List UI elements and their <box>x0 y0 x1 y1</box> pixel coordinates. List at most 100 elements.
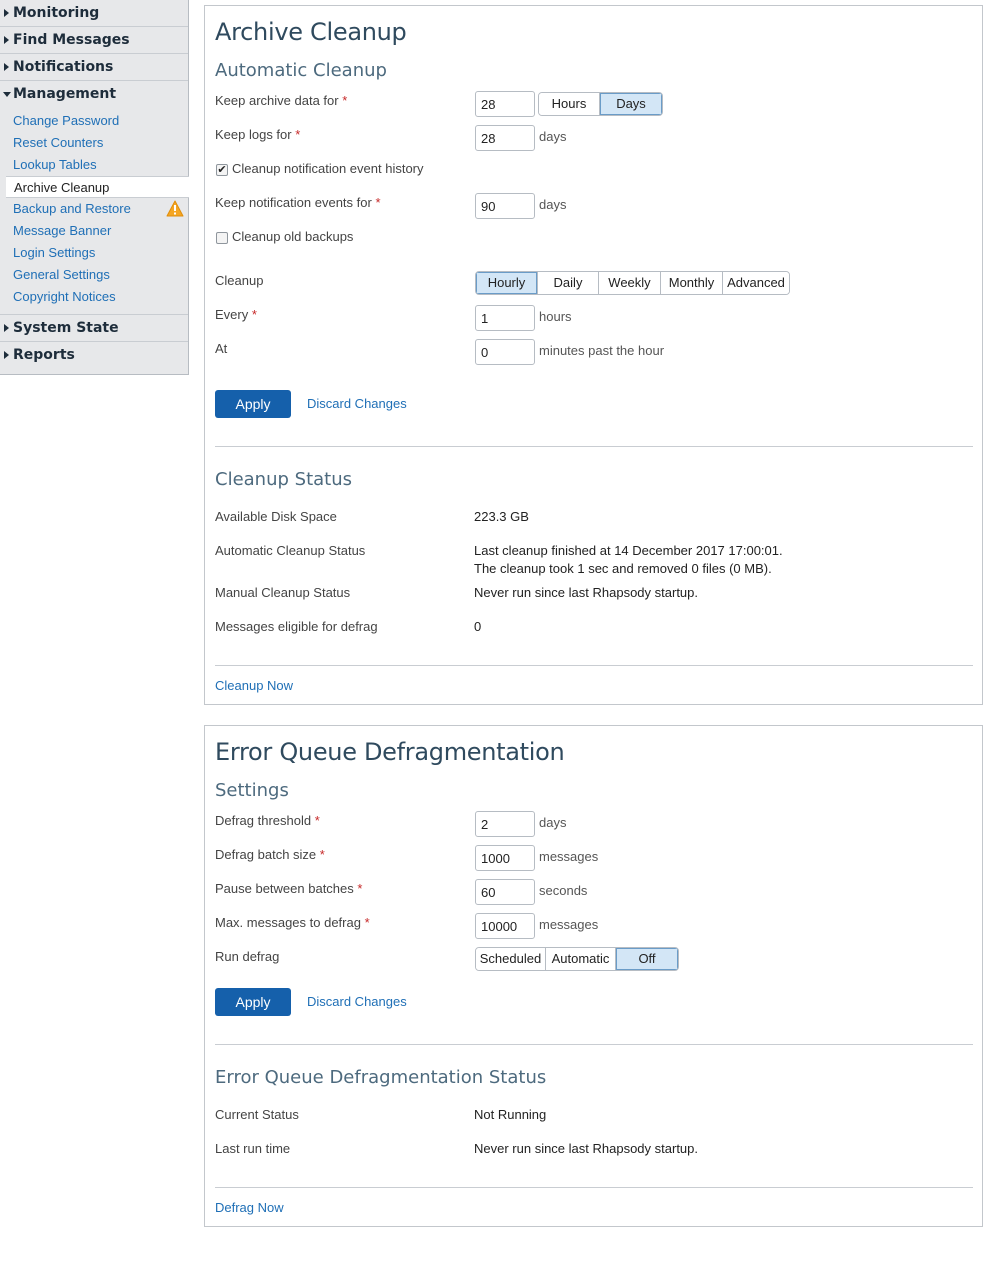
sidebar-item-login-settings[interactable]: Login Settings <box>0 242 188 264</box>
cleanup-backups-label: Cleanup old backups <box>232 229 354 244</box>
cleanup-now-link[interactable]: Cleanup Now <box>215 678 293 693</box>
at-label: At <box>215 341 228 356</box>
sidebar-section-label: Find Messages <box>13 32 130 48</box>
sidebar-section-label: System State <box>13 320 119 336</box>
apply-button[interactable]: Apply <box>215 988 291 1016</box>
section-title-defrag-status: Error Queue Defragmentation Status <box>215 1067 547 1088</box>
required-marker: * <box>357 881 363 896</box>
keep-events-input[interactable] <box>475 193 535 219</box>
batch-size-unit: messages <box>539 849 599 864</box>
apply-button[interactable]: Apply <box>215 390 291 418</box>
chevron-down-icon <box>3 92 11 97</box>
frequency-daily-button[interactable]: Daily <box>538 272 599 294</box>
chevron-right-icon <box>4 36 9 44</box>
frequency-hourly-button[interactable]: Hourly <box>476 272 538 294</box>
defrag-title: Error Queue Defragmentation <box>215 738 565 766</box>
max-messages-input[interactable] <box>475 913 535 939</box>
every-input[interactable] <box>475 305 535 331</box>
sidebar-item-change-password[interactable]: Change Password <box>0 110 188 132</box>
run-automatic-button[interactable]: Automatic <box>546 948 616 970</box>
label-text: Defrag batch size <box>215 847 317 862</box>
required-marker: * <box>342 93 348 108</box>
keep-archive-input[interactable] <box>475 91 535 117</box>
keep-archive-label: Keep archive data for * <box>215 93 347 108</box>
sidebar-section-label: Notifications <box>13 59 114 75</box>
required-marker: * <box>295 127 301 142</box>
keep-logs-input[interactable] <box>475 125 535 151</box>
manual-status-label: Manual Cleanup Status <box>215 585 351 600</box>
at-unit: minutes past the hour <box>539 343 665 358</box>
keep-archive-unit-toggle: Hours Days <box>538 92 663 116</box>
warning-icon <box>166 200 184 217</box>
every-label: Every * <box>215 307 257 322</box>
cleanup-backups-checkbox[interactable] <box>216 232 228 244</box>
run-scheduled-button[interactable]: Scheduled <box>476 948 546 970</box>
threshold-input[interactable] <box>475 811 535 837</box>
run-off-button[interactable]: Off <box>616 948 678 970</box>
pause-input[interactable] <box>475 879 535 905</box>
label-text: Keep logs for <box>215 127 292 142</box>
chevron-right-icon <box>4 9 9 17</box>
label-text: Keep notification events for <box>215 195 372 210</box>
current-status-label: Current Status <box>215 1107 299 1122</box>
max-messages-unit: messages <box>539 917 599 932</box>
section-title-cleanup-status: Cleanup Status <box>215 469 352 490</box>
disk-space-value: 223.3 GB <box>474 509 529 524</box>
run-defrag-label: Run defrag <box>215 949 280 964</box>
sidebar-section-label: Reports <box>13 347 75 363</box>
unit-days-button[interactable]: Days <box>600 93 662 115</box>
threshold-unit: days <box>539 815 567 830</box>
sidebar-item-message-banner[interactable]: Message Banner <box>0 220 188 242</box>
required-marker: * <box>364 915 370 930</box>
sidebar-section-notifications[interactable]: Notifications <box>0 54 188 81</box>
frequency-weekly-button[interactable]: Weekly <box>599 272 661 294</box>
keep-events-unit: days <box>539 197 567 212</box>
label-text: Max. messages to defrag <box>215 915 361 930</box>
sidebar-section-label: Monitoring <box>13 5 100 21</box>
unit-hours-button[interactable]: Hours <box>539 93 600 115</box>
auto-status-line-1: Last cleanup finished at 14 December 201… <box>474 543 783 558</box>
batch-size-input[interactable] <box>475 845 535 871</box>
current-status-value: Not Running <box>474 1107 547 1122</box>
discard-changes-link[interactable]: Discard Changes <box>307 994 407 1009</box>
run-defrag-toggle: Scheduled Automatic Off <box>475 947 679 971</box>
archive-cleanup-panel: Archive Cleanup Automatic Cleanup Keep a… <box>204 5 983 705</box>
sidebar-item-lookup-tables[interactable]: Lookup Tables <box>0 154 188 176</box>
keep-logs-label: Keep logs for * <box>215 127 300 142</box>
defrag-now-link[interactable]: Defrag Now <box>215 1200 284 1215</box>
required-marker: * <box>314 813 320 828</box>
sidebar-item-reset-counters[interactable]: Reset Counters <box>0 132 188 154</box>
management-subnav: Change Password Reset Counters Lookup Ta… <box>0 108 189 315</box>
cleanup-history-checkbox[interactable]: ✔ <box>216 164 228 176</box>
frequency-monthly-button[interactable]: Monthly <box>661 272 723 294</box>
sidebar-item-backup-and-restore[interactable]: Backup and Restore <box>0 198 188 220</box>
divider <box>215 446 973 447</box>
defrag-panel: Error Queue Defragmentation Settings Def… <box>204 725 983 1227</box>
chevron-right-icon <box>4 324 9 332</box>
discard-changes-link[interactable]: Discard Changes <box>307 396 407 411</box>
every-unit: hours <box>539 309 572 324</box>
cleanup-history-label: Cleanup notification event history <box>232 161 424 176</box>
at-input[interactable] <box>475 339 535 365</box>
required-marker: * <box>251 307 257 322</box>
sidebar-item-archive-cleanup[interactable]: Archive Cleanup <box>6 176 189 198</box>
last-run-label: Last run time <box>215 1141 291 1156</box>
sidebar-item-copyright-notices[interactable]: Copyright Notices <box>0 286 188 308</box>
sidebar-section-system-state[interactable]: System State <box>0 315 188 342</box>
label-text: Pause between batches <box>215 881 354 896</box>
cleanup-frequency-toggle: Hourly Daily Weekly Monthly Advanced <box>475 271 790 295</box>
sidebar-section-find-messages[interactable]: Find Messages <box>0 27 188 54</box>
threshold-label: Defrag threshold * <box>215 813 320 828</box>
sidebar-section-monitoring[interactable]: Monitoring <box>0 0 188 27</box>
sidebar-section-reports[interactable]: Reports <box>0 342 188 369</box>
sidebar-section-management[interactable]: Management <box>0 81 188 108</box>
chevron-right-icon <box>4 351 9 359</box>
pause-label: Pause between batches * <box>215 881 362 896</box>
sidebar: Monitoring Find Messages Notifications M… <box>0 0 189 375</box>
label-text: Keep archive data for <box>215 93 339 108</box>
sidebar-section-label: Management <box>13 86 117 102</box>
sidebar-item-general-settings[interactable]: General Settings <box>0 264 188 286</box>
section-title-settings: Settings <box>215 780 289 801</box>
frequency-advanced-button[interactable]: Advanced <box>723 272 789 294</box>
label-text: Defrag threshold <box>215 813 312 828</box>
